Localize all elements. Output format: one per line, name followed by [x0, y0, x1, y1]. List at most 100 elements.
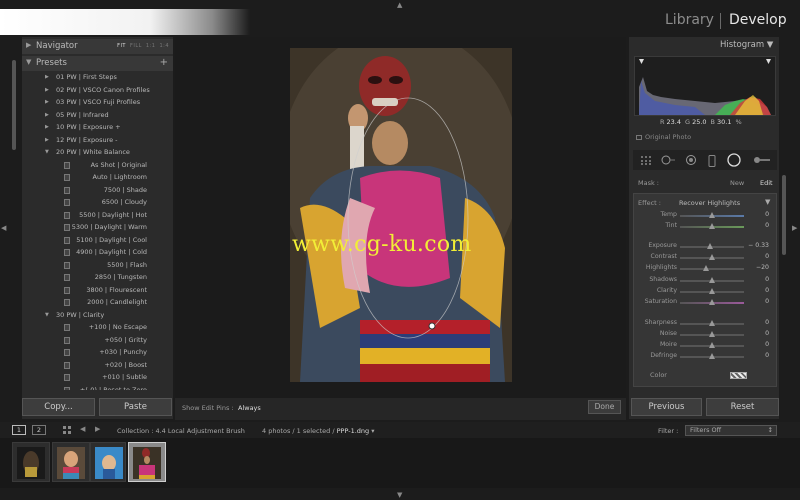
preset-item[interactable]: 2000 | Candlelight	[25, 297, 170, 309]
preset-item[interactable]: As Shot | Original	[25, 160, 170, 172]
mask-edit-button[interactable]: Edit	[760, 179, 773, 187]
preset-folder[interactable]: ▶ 05 PW | Infrared	[25, 110, 170, 122]
slider-track[interactable]	[680, 268, 744, 270]
preset-item[interactable]: +(-0) | Reset to Zero	[25, 385, 170, 390]
red-eye-icon[interactable]	[685, 155, 697, 167]
preset-item[interactable]: 5100 | Daylight | Cool	[25, 235, 170, 247]
slider-thumb[interactable]	[709, 212, 715, 218]
bottom-panel-toggle-icon[interactable]: ▼	[397, 491, 402, 499]
preset-item[interactable]: 6500 | Cloudy	[25, 197, 170, 209]
expand-triangle-icon[interactable]: ▼	[45, 312, 49, 318]
preset-item[interactable]: 5500 | Flash	[25, 260, 170, 272]
copy-button[interactable]: Copy...	[22, 398, 95, 416]
photo-count[interactable]: 4 photos / 1 selected / PPP-1.dng ▾	[262, 427, 375, 435]
preset-item[interactable]: 5500 | Daylight | Hot	[25, 210, 170, 222]
preset-item[interactable]: +050 | Gritty	[25, 335, 170, 347]
filmstrip-thumb-3[interactable]	[90, 442, 126, 482]
graduated-filter-icon[interactable]	[707, 155, 717, 169]
crop-overlay-icon[interactable]	[640, 155, 652, 167]
preset-item[interactable]: Auto | Lightroom	[25, 172, 170, 184]
filmstrip-thumb-2[interactable]	[52, 442, 90, 482]
slider-moire[interactable]: Moire 0	[633, 340, 777, 351]
slider-exposure[interactable]: Exposure − 0.33	[633, 241, 777, 252]
slider-defringe[interactable]: Defringe 0	[633, 351, 777, 362]
histogram-title[interactable]: Histogram ▼	[720, 40, 773, 50]
preset-folder[interactable]: ▶ 12 PW | Exposure -	[25, 135, 170, 147]
slider-sharpness[interactable]: Sharpness 0	[633, 318, 777, 329]
main-photo[interactable]	[290, 48, 512, 382]
zoom-fill[interactable]: FILL	[130, 43, 142, 49]
preset-folder[interactable]: ▼ 30 PW | Clarity	[25, 310, 170, 322]
effect-disclosure-icon[interactable]: ▼	[765, 198, 770, 206]
presets-header[interactable]: ▼ Presets +	[22, 56, 173, 71]
radial-filter-icon[interactable]	[727, 153, 741, 169]
left-panel-scrollbar[interactable]	[12, 60, 16, 150]
module-develop[interactable]: Develop	[729, 12, 787, 28]
navigator-header[interactable]: ▶ Navigator FIT FILL 1:1 1:4	[22, 39, 173, 54]
left-panel-toggle-icon[interactable]: ◀	[1, 224, 6, 232]
forward-arrow-icon[interactable]: ▶	[95, 425, 100, 433]
slider-temp[interactable]: Temp 0	[633, 210, 777, 221]
zoom-1-4[interactable]: 1:4	[159, 43, 169, 49]
expand-triangle-icon[interactable]: ▼	[45, 149, 49, 155]
filmstrip-thumb-1[interactable]	[12, 442, 50, 482]
slider-thumb[interactable]	[709, 288, 715, 294]
preset-folder[interactable]: ▼ 20 PW | White Balance	[25, 147, 170, 159]
slider-thumb[interactable]	[702, 265, 709, 271]
preset-item[interactable]: +100 | No Escape	[25, 322, 170, 334]
slider-clarity[interactable]: Clarity 0	[633, 286, 777, 297]
preset-item[interactable]: 7500 | Shade	[25, 185, 170, 197]
preset-folder[interactable]: ▶ 10 PW | Exposure +	[25, 122, 170, 134]
collapse-triangle-icon[interactable]: ▶	[45, 99, 49, 105]
filter-select[interactable]: Filters Off ↕	[685, 425, 777, 436]
adjustment-brush-icon[interactable]	[752, 155, 772, 167]
slider-noise[interactable]: Noise 0	[633, 329, 777, 340]
back-arrow-icon[interactable]: ◀	[80, 425, 85, 433]
top-panel-toggle-icon[interactable]: ▲	[397, 1, 402, 9]
page-1-button[interactable]: 1	[12, 425, 26, 435]
preset-item[interactable]: 5300 | Daylight | Warm	[25, 222, 170, 234]
collapse-triangle-icon[interactable]: ▶	[45, 87, 49, 93]
slider-saturation[interactable]: Saturation 0	[633, 297, 777, 308]
preset-item[interactable]: +010 | Subtle	[25, 372, 170, 384]
spot-removal-icon[interactable]	[660, 155, 676, 167]
edit-pins-select[interactable]: Always	[238, 404, 261, 412]
slider-thumb[interactable]	[709, 223, 715, 229]
preset-item[interactable]: +020 | Boost	[25, 360, 170, 372]
page-2-button[interactable]: 2	[32, 425, 46, 435]
collapse-triangle-icon[interactable]: ▶	[45, 74, 49, 80]
slider-thumb[interactable]	[707, 243, 714, 249]
module-library[interactable]: Library	[665, 12, 714, 28]
mask-new-button[interactable]: New	[730, 179, 744, 187]
original-photo-toggle[interactable]: Original Photo	[636, 133, 691, 141]
collapse-triangle-icon[interactable]: ▶	[45, 137, 49, 143]
preset-folder[interactable]: ▶ 02 PW | VSCO Canon Profiles	[25, 85, 170, 97]
done-button[interactable]: Done	[588, 400, 621, 414]
right-panel-scrollbar[interactable]	[782, 175, 786, 255]
preset-folder[interactable]: ▶ 01 PW | First Steps	[25, 72, 170, 84]
color-swatch[interactable]	[730, 372, 747, 379]
grid-view-icon[interactable]	[63, 426, 71, 434]
slider-thumb[interactable]	[709, 254, 715, 260]
slider-thumb[interactable]	[709, 342, 715, 348]
preset-item[interactable]: 4900 | Daylight | Cold	[25, 247, 170, 259]
paste-button[interactable]: Paste	[99, 398, 172, 416]
slider-shadows[interactable]: Shadows 0	[633, 275, 777, 286]
zoom-1-1[interactable]: 1:1	[146, 43, 156, 49]
slider-highlights[interactable]: Highlights −20	[633, 263, 777, 274]
right-panel-toggle-icon[interactable]: ▶	[792, 224, 797, 232]
effect-preset-select[interactable]: Recover Highlights	[679, 199, 740, 207]
previous-button[interactable]: Previous	[631, 398, 702, 416]
slider-thumb[interactable]	[709, 320, 715, 326]
collapse-triangle-icon[interactable]: ▶	[45, 124, 49, 130]
slider-thumb[interactable]	[709, 353, 715, 359]
slider-contrast[interactable]: Contrast 0	[633, 252, 777, 263]
collapse-triangle-icon[interactable]: ▶	[45, 112, 49, 118]
slider-thumb[interactable]	[709, 277, 715, 283]
slider-thumb[interactable]	[709, 299, 715, 305]
reset-button[interactable]: Reset	[706, 398, 779, 416]
add-preset-icon[interactable]: +	[160, 57, 168, 68]
preset-item[interactable]: 2850 | Tungsten	[25, 272, 170, 284]
slider-thumb[interactable]	[709, 331, 715, 337]
zoom-fit[interactable]: FIT	[117, 43, 126, 49]
